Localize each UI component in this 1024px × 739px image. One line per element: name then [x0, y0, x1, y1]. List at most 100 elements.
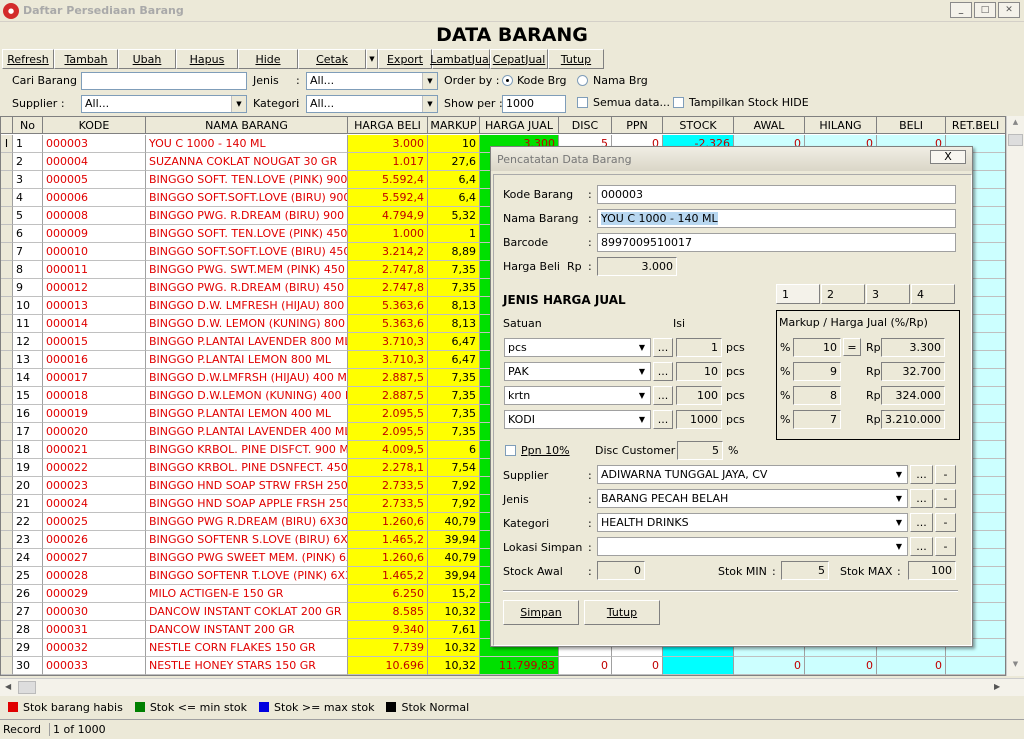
toolbar-button-hide[interactable]: Hide: [238, 49, 298, 69]
row-selector[interactable]: [1, 531, 13, 549]
dialog-close-button[interactable]: X: [930, 150, 966, 164]
supplier-browse-button[interactable]: ...: [910, 465, 933, 484]
column-header-awal[interactable]: AWAL: [734, 117, 805, 134]
kategori-filter-select[interactable]: All... ▼: [306, 95, 438, 113]
toolbar-button-lambatjual[interactable]: LambatJual: [430, 49, 492, 69]
equals-button[interactable]: =: [843, 338, 861, 356]
row-selector[interactable]: [1, 315, 13, 333]
satuan-browse-button[interactable]: ...: [653, 338, 673, 357]
column-header-ppn[interactable]: PPN: [612, 117, 663, 134]
row-selector[interactable]: [1, 261, 13, 279]
column-header-harga-jual[interactable]: HARGA JUAL: [480, 117, 559, 134]
horizontal-scrollbar[interactable]: ◀ ▶: [0, 678, 1024, 696]
column-header-markup[interactable]: MARKUP: [428, 117, 480, 134]
close-button[interactable]: ✕: [998, 2, 1020, 18]
hscroll-thumb[interactable]: [18, 681, 36, 694]
row-selector[interactable]: [1, 513, 13, 531]
row-selector[interactable]: [1, 549, 13, 567]
scroll-left-icon[interactable]: ◀: [5, 682, 11, 691]
kategori-browse-button[interactable]: ...: [910, 513, 933, 532]
cari-barang-input[interactable]: [81, 72, 247, 90]
row-selector[interactable]: [1, 369, 13, 387]
minimize-button[interactable]: _: [950, 2, 972, 18]
lokasi-simpan-dialog-select[interactable]: ▼: [597, 537, 908, 556]
satuan-select[interactable]: pcs ▼: [504, 338, 651, 357]
price-tab-4[interactable]: 4: [911, 284, 955, 304]
scroll-down-icon[interactable]: ▼: [1008, 660, 1023, 674]
row-selector[interactable]: [1, 567, 13, 585]
supplier-filter-select[interactable]: All... ▼: [81, 95, 247, 113]
vertical-scrollbar[interactable]: ▲ ▼: [1006, 116, 1024, 676]
satuan-select[interactable]: PAK ▼: [504, 362, 651, 381]
row-selector[interactable]: [1, 243, 13, 261]
kategori-dialog-select[interactable]: HEALTH DRINKS ▼: [597, 513, 908, 532]
disc-customer-input[interactable]: 5: [677, 441, 723, 460]
toolbar-button-tambah[interactable]: Tambah: [54, 49, 118, 69]
row-selector[interactable]: [1, 603, 13, 621]
column-header-beli[interactable]: BELI: [877, 117, 946, 134]
row-selector[interactable]: [1, 441, 13, 459]
toolbar-button-ubah[interactable]: Ubah: [118, 49, 176, 69]
jenis-clear-button[interactable]: -: [935, 489, 956, 508]
harga-jual-input[interactable]: 32.700: [881, 362, 945, 381]
isi-input[interactable]: 10: [676, 362, 722, 381]
jenis-filter-select[interactable]: All... ▼: [306, 72, 438, 90]
isi-input[interactable]: 1000: [676, 410, 722, 429]
toolbar-button-hapus[interactable]: Hapus: [176, 49, 238, 69]
scroll-thumb[interactable]: [1008, 134, 1023, 146]
toolbar-button-cetak[interactable]: Cetak: [298, 49, 366, 69]
cetak-dropdown-icon[interactable]: ▼: [366, 49, 378, 69]
row-selector[interactable]: [1, 333, 13, 351]
row-selector[interactable]: [1, 405, 13, 423]
row-selector[interactable]: [1, 297, 13, 315]
markup-percent-input[interactable]: 9: [793, 362, 841, 381]
price-tab-1[interactable]: 1: [776, 284, 820, 304]
jenis-browse-button[interactable]: ...: [910, 489, 933, 508]
harga-jual-input[interactable]: 324.000: [881, 386, 945, 405]
column-header-hilang[interactable]: HILANG: [805, 117, 877, 134]
row-selector[interactable]: [1, 477, 13, 495]
markup-percent-input[interactable]: 7: [793, 410, 841, 429]
column-header-disc[interactable]: DISC: [559, 117, 612, 134]
toolbar-button-cepatjual[interactable]: CepatJual: [490, 49, 548, 69]
harga-jual-input[interactable]: 3.300: [881, 338, 945, 357]
kode-barang-input[interactable]: 000003: [597, 185, 956, 204]
row-selector[interactable]: [1, 153, 13, 171]
satuan-select[interactable]: krtn ▼: [504, 386, 651, 405]
order-nama-radio[interactable]: [577, 75, 588, 86]
satuan-browse-button[interactable]: ...: [653, 386, 673, 405]
toolbar-button-tutup[interactable]: Tutup: [548, 49, 604, 69]
row-selector[interactable]: [1, 585, 13, 603]
satuan-browse-button[interactable]: ...: [653, 362, 673, 381]
supplier-clear-button[interactable]: -: [935, 465, 956, 484]
column-header-harga-beli[interactable]: HARGA BELI: [348, 117, 428, 134]
tampilkan-hide-checkbox[interactable]: [673, 97, 684, 108]
lokasi-simpan-browse-button[interactable]: ...: [910, 537, 933, 556]
column-header-ret-beli[interactable]: RET.BELI: [946, 117, 1005, 134]
row-selector[interactable]: [1, 279, 13, 297]
isi-input[interactable]: 1: [676, 338, 722, 357]
price-tab-2[interactable]: 2: [821, 284, 865, 304]
satuan-select[interactable]: KODI ▼: [504, 410, 651, 429]
kategori-clear-button[interactable]: -: [935, 513, 956, 532]
scroll-right-icon[interactable]: ▶: [994, 682, 1000, 691]
tutup-dialog-button[interactable]: Tutup: [584, 600, 660, 625]
order-kode-radio[interactable]: [502, 75, 513, 86]
semua-data-checkbox[interactable]: [577, 97, 588, 108]
markup-percent-input[interactable]: 8: [793, 386, 841, 405]
row-selector[interactable]: [1, 351, 13, 369]
price-tab-3[interactable]: 3: [866, 284, 910, 304]
toolbar-button-refresh[interactable]: Refresh: [2, 49, 54, 69]
column-header-stock[interactable]: STOCK: [663, 117, 734, 134]
barcode-input[interactable]: 8997009510017: [597, 233, 956, 252]
row-selector[interactable]: [1, 225, 13, 243]
supplier-dialog-select[interactable]: ADIWARNA TUNGGAL JAYA, CV ▼: [597, 465, 908, 484]
scroll-up-icon[interactable]: ▲: [1008, 118, 1023, 132]
markup-percent-input[interactable]: 10: [793, 338, 841, 357]
stok-max-input[interactable]: 100: [908, 561, 956, 580]
row-selector[interactable]: [1, 657, 13, 675]
toolbar-button-export[interactable]: Export: [378, 49, 432, 69]
lokasi-simpan-clear-button[interactable]: -: [935, 537, 956, 556]
nama-barang-input[interactable]: YOU C 1000 - 140 ML: [597, 209, 956, 228]
stok-min-input[interactable]: 5: [781, 561, 829, 580]
